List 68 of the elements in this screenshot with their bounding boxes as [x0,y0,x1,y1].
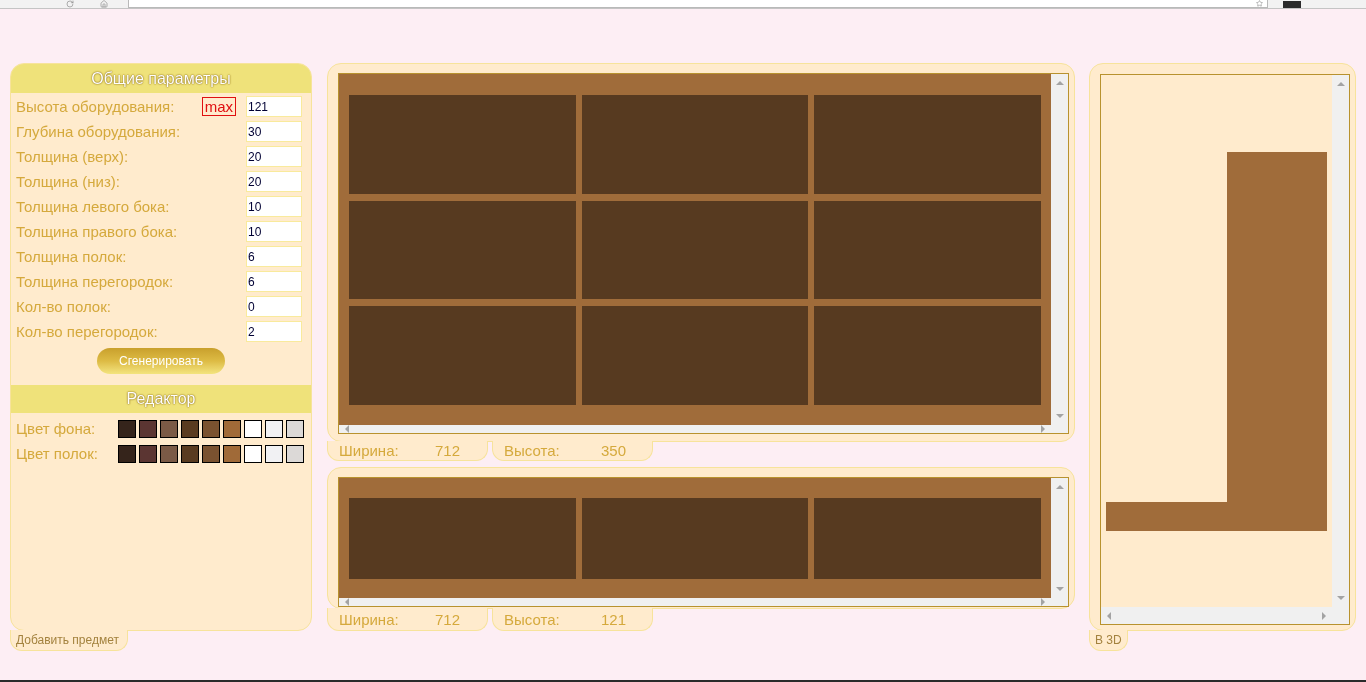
palette-label: Цвет полок: [16,446,99,461]
color-swatch-icon[interactable] [286,419,304,438]
field-label: Толщина правого бока: [16,224,178,239]
color-swatch-icon[interactable] [244,419,262,438]
field-label: Толщина (верх): [16,149,129,164]
scroll-up-arrow-icon[interactable] [1336,82,1345,86]
field-label: Толщина перегородок: [16,274,174,289]
color-swatch-icon[interactable] [265,444,283,463]
reload-icon[interactable] [66,0,74,8]
scroll-left-arrow-icon[interactable] [345,598,349,606]
width-value: 712 [435,611,461,627]
number-input[interactable]: 20 [246,171,302,192]
color-swatch-icon[interactable] [265,419,283,438]
scroll-left-arrow-icon[interactable] [1107,611,1111,620]
height-label: Высота: [504,443,561,458]
field-label: Кол-во перегородок: [16,324,158,339]
address-bar[interactable] [128,0,1268,8]
scroll-left-arrow-icon[interactable] [345,425,349,433]
field-label: Толщина полок: [16,249,127,264]
number-input[interactable]: 10 [246,221,302,242]
field-label: Кол-во полок: [16,299,111,314]
width-label: Ширина: [339,611,400,627]
color-swatch-icon[interactable] [118,444,136,463]
scroll-down-arrow-icon[interactable] [1055,587,1064,591]
color-swatch-icon[interactable] [181,444,199,463]
number-input[interactable]: 6 [246,271,302,292]
extension-icon[interactable] [1283,0,1301,8]
max-button[interactable]: max [201,97,236,116]
width-label: Ширина: [339,443,400,458]
scroll-up-arrow-icon[interactable] [1055,485,1064,489]
color-swatch-icon[interactable] [286,444,304,463]
color-swatch-icon[interactable] [139,444,157,463]
number-input[interactable]: 10 [246,196,302,217]
number-input[interactable]: 6 [246,246,302,267]
field-label: Высота оборудования: [16,99,175,114]
color-swatch-icon[interactable] [223,419,241,438]
bookmark-star-icon[interactable] [1256,0,1263,7]
color-swatch-icon[interactable] [202,419,220,438]
palette-label: Цвет фона: [16,421,97,436]
scroll-down-arrow-icon[interactable] [1336,596,1345,600]
color-swatch-icon[interactable] [244,444,262,463]
width-value: 712 [435,443,461,458]
field-label: Глубина оборудования: [16,124,181,139]
number-input[interactable]: 121 [246,96,302,117]
number-input[interactable]: 0 [246,296,302,317]
panel-title: Общие параметры [11,64,311,93]
panel-title: Редактор [11,385,311,413]
color-swatch-icon[interactable] [139,419,157,438]
number-input[interactable]: 20 [246,146,302,167]
color-swatch-icon[interactable] [160,419,178,438]
field-label: Толщина (низ): [16,174,120,189]
height-value: 121 [601,611,627,627]
color-swatch-icon[interactable] [181,419,199,438]
color-swatch-icon[interactable] [118,419,136,438]
home-icon[interactable] [100,0,108,8]
scroll-right-arrow-icon[interactable] [1041,425,1045,433]
scroll-right-arrow-icon[interactable] [1322,611,1326,620]
field-label: Толщина левого бока: [16,199,170,214]
color-swatch-icon[interactable] [202,444,220,463]
scroll-up-arrow-icon[interactable] [1055,81,1064,85]
scroll-right-arrow-icon[interactable] [1041,598,1045,606]
color-swatch-icon[interactable] [160,444,178,463]
color-swatch-icon[interactable] [223,444,241,463]
height-label: Высота: [504,611,561,627]
height-value: 350 [601,443,627,458]
scroll-down-arrow-icon[interactable] [1055,414,1064,418]
number-input[interactable]: 30 [246,121,302,142]
number-input[interactable]: 2 [246,321,302,342]
